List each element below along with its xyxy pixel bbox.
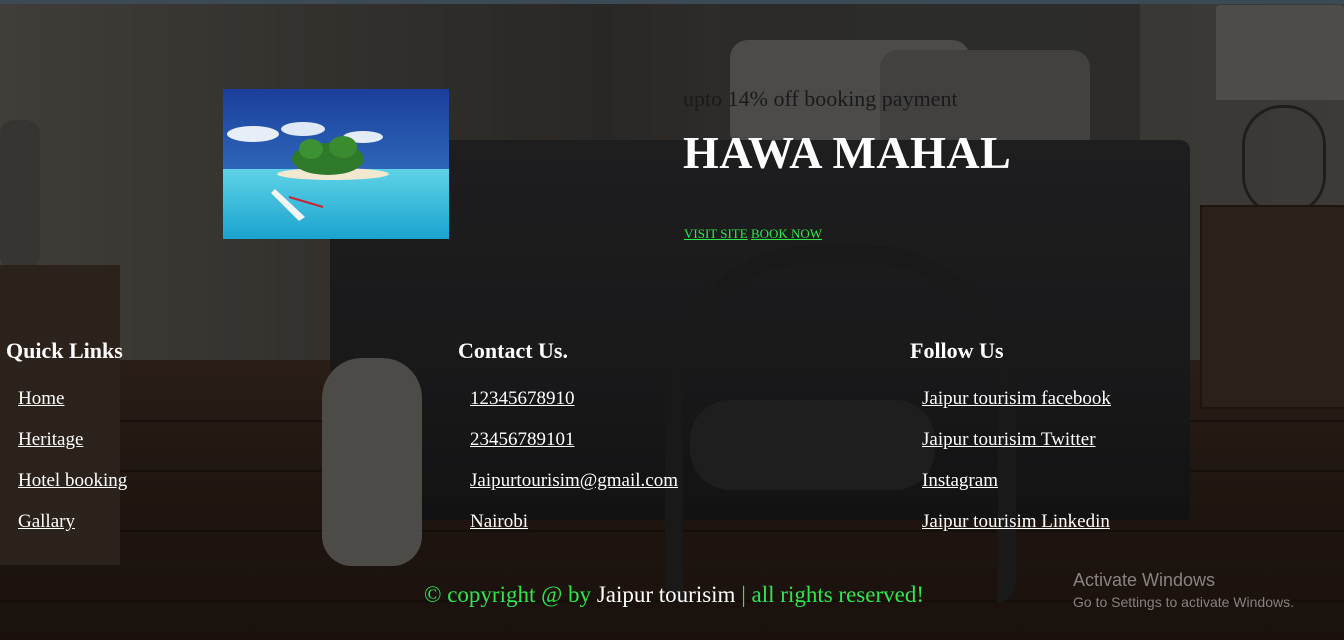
background-bedroom-image: [0, 0, 1344, 640]
contact-us-section: Contact Us. 12345678910 23456789101 Jaip…: [458, 336, 678, 532]
activate-windows-watermark: Activate Windows Go to Settings to activ…: [1073, 570, 1294, 610]
watermark-title: Activate Windows: [1073, 570, 1216, 590]
island-beach-image: [223, 89, 449, 239]
hero-links: VISIT SITE BOOK NOW: [684, 226, 822, 242]
follow-us-heading: Follow Us: [910, 338, 1004, 363]
follow-us-section: Follow Us Jaipur tourisim facebook Jaipu…: [910, 336, 1111, 532]
link-facebook[interactable]: Jaipur tourisim facebook: [922, 388, 1111, 409]
top-bar: [0, 0, 1344, 4]
book-now-link[interactable]: BOOK NOW: [751, 226, 822, 241]
contact-us-heading: Contact Us.: [458, 338, 568, 363]
contact-phone-2[interactable]: 23456789101: [470, 429, 575, 450]
link-twitter[interactable]: Jaipur tourisim Twitter: [922, 429, 1096, 450]
promo-text: upto 14% off booking payment: [683, 86, 958, 111]
contact-location[interactable]: Nairobi: [470, 511, 528, 532]
link-heritage[interactable]: Heritage: [18, 429, 83, 450]
copyright-brand: Jaipur tourisim: [596, 582, 736, 607]
quick-links-heading: Quick Links: [6, 338, 123, 363]
quick-links-section: Quick Links Home Heritage Hotel booking …: [6, 336, 127, 532]
link-instagram[interactable]: Instagram: [922, 470, 998, 491]
page-title: HAWA MAHAL: [683, 127, 1012, 178]
link-linkedin[interactable]: Jaipur tourisim Linkedin: [922, 511, 1110, 532]
watermark-subtitle: Go to Settings to activate Windows.: [1073, 594, 1294, 610]
link-home[interactable]: Home: [18, 388, 64, 409]
link-hotel-booking[interactable]: Hotel booking: [18, 470, 127, 491]
contact-phone-1[interactable]: 12345678910: [470, 388, 575, 409]
visit-site-link[interactable]: VISIT SITE: [684, 226, 748, 241]
contact-email[interactable]: Jaipurtourisim@gmail.com: [470, 470, 678, 491]
link-gallery[interactable]: Gallary: [18, 511, 75, 532]
copyright-suffix: | all rights reserved!: [741, 582, 924, 607]
copyright-prefix: © copyright @ by: [424, 582, 592, 607]
